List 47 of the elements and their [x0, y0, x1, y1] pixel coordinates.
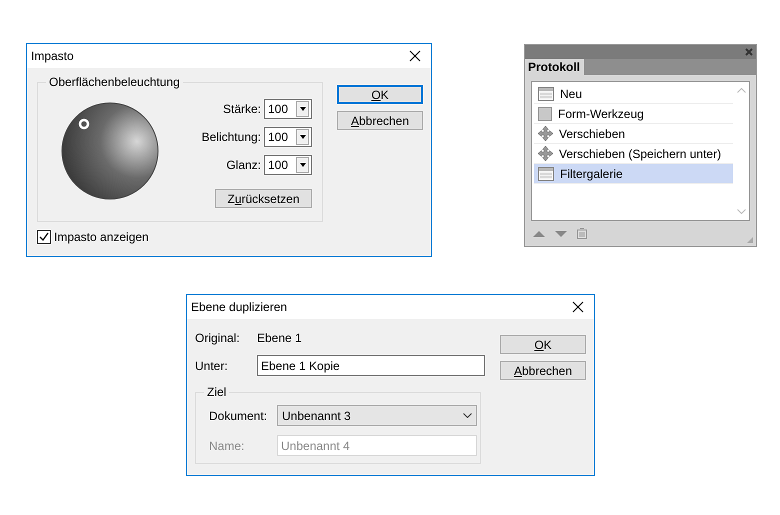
- scroll-down-icon[interactable]: [736, 209, 746, 214]
- trash-icon[interactable]: [577, 228, 587, 239]
- field-label: Belichtung:: [202, 130, 261, 144]
- name-input[interactable]: Ebene 1 Kopie: [257, 355, 485, 376]
- value-dropdown[interactable]: 100: [264, 155, 312, 175]
- caret-icon: [300, 163, 306, 167]
- triangle-down-icon[interactable]: [555, 230, 567, 236]
- group-title: Oberflächenbeleuchtung: [46, 75, 183, 89]
- resize-grip-icon[interactable]: [746, 236, 754, 244]
- lighting-sphere[interactable]: [60, 101, 160, 201]
- group-title: Ziel: [204, 385, 230, 399]
- checkbox[interactable]: [37, 230, 51, 244]
- move-icon: [538, 126, 553, 141]
- history-item[interactable]: Form-Werkzeug: [534, 104, 733, 124]
- field-label: Name:: [209, 438, 246, 452]
- caret-icon: [300, 135, 306, 139]
- panel-tab[interactable]: Protokoll: [525, 59, 584, 75]
- caret-icon: [300, 107, 306, 111]
- ok-button[interactable]: OK: [337, 85, 423, 104]
- cancel-button[interactable]: Abbrechen: [500, 361, 586, 380]
- triangle-up-icon[interactable]: [533, 230, 545, 236]
- checkbox-label: Impasto anzeigen: [54, 230, 149, 244]
- window-title: Ebene duplizieren: [191, 300, 288, 314]
- cancel-button[interactable]: Abbrechen: [337, 111, 423, 130]
- history-item[interactable]: Filtergalerie: [534, 164, 733, 184]
- window-title: Impasto: [31, 49, 74, 63]
- document-dropdown[interactable]: Unbenannt 3: [277, 405, 477, 426]
- history-item[interactable]: Neu: [534, 84, 733, 104]
- chevron-down-icon: [463, 413, 472, 418]
- document-icon: [538, 86, 554, 100]
- value-dropdown[interactable]: 100: [264, 127, 312, 147]
- move-icon: [538, 146, 553, 161]
- ok-button[interactable]: OK: [500, 335, 586, 354]
- scroll-up-icon[interactable]: [736, 88, 746, 93]
- value-dropdown[interactable]: 100: [264, 99, 312, 119]
- field-label: Original:: [195, 331, 241, 345]
- field-label: Glanz:: [226, 158, 261, 172]
- close-icon[interactable]: [572, 301, 584, 313]
- field-label: Unter:: [195, 358, 229, 372]
- original-value: Ebene 1: [257, 331, 303, 345]
- field-label: Stärke:: [222, 102, 261, 116]
- history-item[interactable]: Verschieben: [534, 124, 733, 144]
- close-icon[interactable]: [409, 50, 421, 62]
- field-label: Dokument:: [209, 408, 268, 422]
- shape-icon: [538, 106, 552, 120]
- document-icon: [538, 166, 554, 180]
- reset-button[interactable]: Zurücksetzen: [215, 189, 312, 208]
